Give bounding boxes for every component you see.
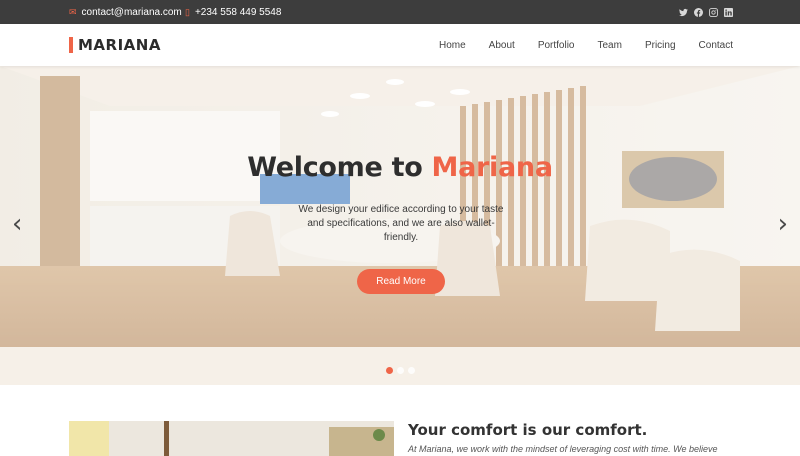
slider-dot-3[interactable]: [408, 367, 415, 374]
contact-email-text[interactable]: contact@mariana.com: [82, 7, 182, 18]
site-header: MARIANA Home About Portfolio Team Pricin…: [0, 24, 800, 66]
about-image-graphic: [69, 421, 394, 456]
hero-slider: Welcome to Mariana We design your edific…: [0, 66, 800, 385]
nav-team[interactable]: Team: [598, 40, 622, 51]
about-image: [69, 421, 394, 456]
about-title: Your comfort is our comfort.: [408, 421, 648, 439]
slider-dot-2[interactable]: [397, 367, 404, 374]
contact-phone[interactable]: ▯ +234 558 449 5548: [185, 0, 281, 24]
logo-text[interactable]: MARIANA: [78, 36, 161, 54]
chevron-left-icon[interactable]: ‹: [12, 211, 22, 237]
chevron-right-icon[interactable]: ›: [778, 211, 788, 237]
nav-about[interactable]: About: [489, 40, 515, 51]
nav-portfolio[interactable]: Portfolio: [538, 40, 575, 51]
nav-contact[interactable]: Contact: [699, 40, 733, 51]
hero-title-prefix: Welcome to: [247, 152, 432, 183]
hero-subtitle: We design your edifice according to your…: [298, 204, 504, 243]
instagram-icon[interactable]: [709, 7, 718, 17]
contact-phone-text[interactable]: +234 558 449 5548: [195, 7, 281, 18]
social-links: [679, 0, 733, 24]
nav-pricing[interactable]: Pricing: [645, 40, 676, 51]
slider-dots: [386, 367, 415, 374]
top-bar: ✉ contact@mariana.com ▯ +234 558 449 554…: [0, 0, 800, 24]
hero-title-accent: Mariana: [431, 152, 554, 183]
main-nav: Home About Portfolio Team Pricing Contac…: [439, 24, 733, 66]
envelope-icon: ✉: [69, 6, 77, 17]
linkedin-icon[interactable]: [724, 7, 733, 17]
logo-mark: [69, 37, 73, 53]
twitter-icon[interactable]: [679, 8, 688, 17]
phone-icon: ▯: [185, 6, 190, 17]
logo[interactable]: MARIANA: [69, 36, 161, 54]
contact-email[interactable]: ✉ contact@mariana.com: [69, 0, 182, 24]
hero-title: Welcome to Mariana: [0, 152, 800, 183]
slider-dot-1[interactable]: [386, 367, 393, 374]
about-text: At Mariana, we work with the mindset of …: [408, 444, 718, 454]
nav-home[interactable]: Home: [439, 40, 466, 51]
read-more-button[interactable]: Read More: [357, 269, 445, 294]
facebook-icon[interactable]: [694, 7, 703, 17]
